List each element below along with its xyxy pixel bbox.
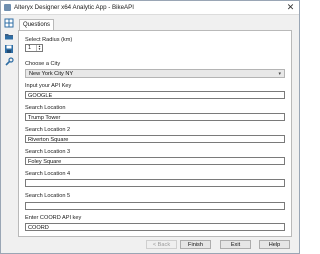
app-icon — [4, 4, 11, 11]
search-location-3-input[interactable]: Foley Square — [25, 157, 285, 165]
chevron-down-icon[interactable]: ▾ — [278, 70, 281, 78]
city-select[interactable]: New York City NY ▾ — [25, 69, 285, 78]
grid-icon[interactable] — [4, 18, 14, 28]
radius-value: 1 — [28, 45, 32, 51]
folder-icon[interactable] — [4, 31, 14, 41]
search-location-4-input[interactable] — [25, 179, 285, 187]
search-location-3-label: Search Location 3 — [25, 149, 71, 155]
coord-key-input[interactable]: COORD — [25, 223, 285, 231]
app-window: Alteryx Designer x64 Analytic App - Bike… — [0, 0, 300, 254]
search-location-5-label: Search Location 5 — [25, 193, 71, 199]
city-label: Choose a City — [25, 61, 61, 67]
back-button[interactable]: < Back — [146, 240, 177, 249]
radius-label: Select Radius (km) — [25, 37, 73, 43]
coord-key-label: Enter COORD API key — [25, 215, 82, 221]
title-bar: Alteryx Designer x64 Analytic App - Bike… — [1, 1, 299, 15]
save-icon[interactable] — [4, 44, 14, 54]
search-location-5-input[interactable] — [25, 202, 285, 210]
api-key-input[interactable]: GOOGLE — [25, 91, 285, 99]
tab-questions[interactable]: Questions — [19, 19, 54, 30]
search-location-2-input[interactable]: Riverton Square — [25, 135, 285, 143]
search-location-1-label: Search Location — [25, 105, 66, 111]
sidebar-toolbar — [2, 16, 15, 242]
help-button[interactable]: Help — [259, 240, 290, 249]
exit-button[interactable]: Exit — [220, 240, 251, 249]
city-select-value: New York City NY — [29, 71, 74, 77]
search-location-2-label: Search Location 2 — [25, 127, 71, 133]
radius-stepper[interactable]: 1 ▲ ▼ — [25, 44, 43, 52]
api-key-label: Input your API Key — [25, 83, 72, 89]
window-title: Alteryx Designer x64 Analytic App - Bike… — [14, 4, 135, 11]
search-location-1-input[interactable]: Trump Tower — [25, 113, 285, 121]
search-location-4-label: Search Location 4 — [25, 171, 71, 177]
finish-button[interactable]: Finish — [180, 240, 211, 249]
stepper-arrows-icon[interactable]: ▲ ▼ — [36, 45, 42, 51]
wrench-icon[interactable] — [4, 57, 14, 67]
close-button[interactable]: ✕ — [285, 2, 296, 13]
